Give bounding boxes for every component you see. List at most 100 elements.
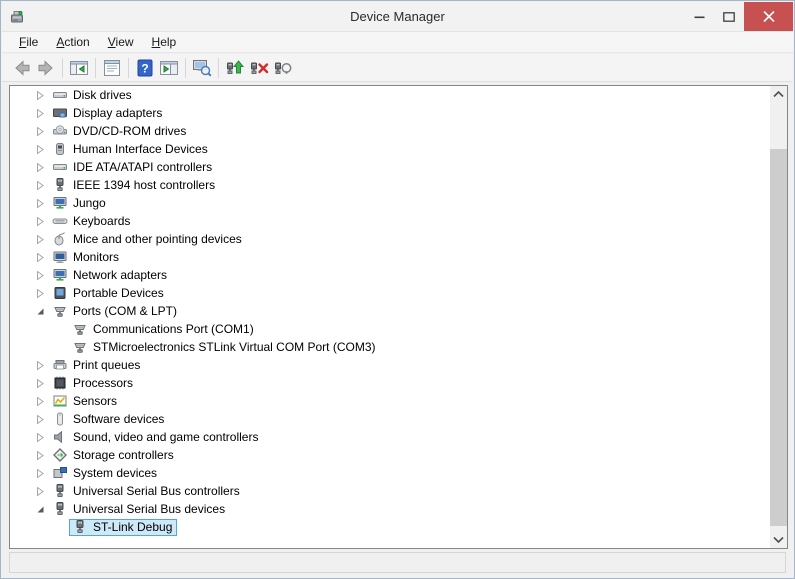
back-button[interactable] — [10, 56, 34, 80]
tree-item-mice-and-other-pointing-devices[interactable]: Mice and other pointing devices — [10, 230, 770, 248]
menu-action[interactable]: Action — [47, 32, 98, 52]
row-box[interactable]: Communications Port (COM1) — [69, 321, 259, 338]
row-box[interactable]: Software devices — [49, 411, 169, 428]
properties-button[interactable] — [100, 56, 124, 80]
tree-item-disk-drives[interactable]: Disk drives — [10, 86, 770, 104]
tree-item-software-devices[interactable]: Software devices — [10, 410, 770, 428]
tree-item-monitors[interactable]: Monitors — [10, 248, 770, 266]
tree-item-sensors[interactable]: Sensors — [10, 392, 770, 410]
update-driver-button[interactable] — [223, 56, 247, 80]
row-box[interactable]: Sound, video and game controllers — [49, 429, 263, 446]
row-box[interactable]: Disk drives — [49, 87, 137, 104]
show-hide-action-pane-button[interactable] — [157, 56, 181, 80]
row-box[interactable]: STMicroelectronics STLink Virtual COM Po… — [69, 339, 381, 356]
tree-item-st-link-debug[interactable]: ST-Link Debug — [10, 518, 770, 536]
tree-item-human-interface-devices[interactable]: Human Interface Devices — [10, 140, 770, 158]
collapse-icon[interactable] — [36, 505, 45, 514]
row-box[interactable]: DVD/CD-ROM drives — [49, 123, 191, 140]
expand-icon[interactable] — [36, 378, 45, 388]
expand-icon[interactable] — [36, 162, 45, 172]
row-box[interactable]: Universal Serial Bus devices — [49, 501, 230, 518]
row-box[interactable]: Network adapters — [49, 267, 172, 284]
row-box[interactable]: Human Interface Devices — [49, 141, 213, 158]
expand-icon[interactable] — [36, 468, 45, 478]
expand-icon[interactable] — [36, 414, 45, 424]
expand-icon[interactable] — [36, 450, 45, 460]
collapse-icon[interactable] — [36, 307, 45, 316]
tree-item-ide-ata-atapi-controllers[interactable]: IDE ATA/ATAPI controllers — [10, 158, 770, 176]
row-box[interactable]: Display adapters — [49, 105, 167, 122]
title-bar[interactable]: Device Manager — [2, 2, 793, 31]
expand-icon[interactable] — [36, 144, 45, 154]
tree-item-processors[interactable]: Processors — [10, 374, 770, 392]
expand-icon[interactable] — [36, 360, 45, 370]
tree-item-dvd-cd-rom-drives[interactable]: DVD/CD-ROM drives — [10, 122, 770, 140]
row-box[interactable]: Storage controllers — [49, 447, 179, 464]
minimize-button[interactable] — [684, 2, 714, 31]
scrollbar-down-button[interactable] — [770, 531, 787, 548]
menu-file[interactable]: File — [10, 32, 47, 52]
row-box[interactable]: IDE ATA/ATAPI controllers — [49, 159, 217, 176]
expand-icon[interactable] — [36, 126, 45, 136]
row-box[interactable]: Universal Serial Bus controllers — [49, 483, 245, 500]
expand-icon[interactable] — [36, 486, 45, 496]
scan-for-hardware-changes-button[interactable] — [271, 56, 295, 80]
menu-bar: File Action View Help — [2, 31, 793, 53]
expand-icon[interactable] — [36, 180, 45, 190]
show-hide-console-tree-button[interactable] — [67, 56, 91, 80]
expand-icon[interactable] — [36, 216, 45, 226]
tree-item-print-queues[interactable]: Print queues — [10, 356, 770, 374]
expand-icon[interactable] — [36, 252, 45, 262]
tree-item-system-devices[interactable]: System devices — [10, 464, 770, 482]
uninstall-device-button[interactable] — [247, 56, 271, 80]
expand-icon[interactable] — [36, 108, 45, 118]
tree-item-display-adapters[interactable]: Display adapters — [10, 104, 770, 122]
row-box[interactable]: System devices — [49, 465, 162, 482]
device-tree: Disk drives Display adapters DVD/CD-ROM dr… — [10, 86, 770, 548]
scrollbar-up-button[interactable] — [770, 86, 787, 103]
tree-item-portable-devices[interactable]: Portable Devices — [10, 284, 770, 302]
chevron-up-icon — [773, 90, 784, 98]
row-box[interactable]: Jungo — [49, 195, 111, 212]
menu-help[interactable]: Help — [143, 32, 186, 52]
tree-item-network-adapters[interactable]: Network adapters — [10, 266, 770, 284]
scan-computer-button[interactable] — [190, 56, 214, 80]
tree-item-universal-serial-bus-controllers[interactable]: Universal Serial Bus controllers — [10, 482, 770, 500]
row-box[interactable]: Processors — [49, 375, 138, 392]
row-box[interactable]: Ports (COM & LPT) — [49, 303, 182, 320]
expand-icon[interactable] — [36, 288, 45, 298]
close-button[interactable] — [744, 2, 793, 31]
device-manager-window: Device Manager File Action View Help ? D… — [0, 0, 795, 579]
row-box[interactable]: IEEE 1394 host controllers — [49, 177, 220, 194]
tree-item-ieee-1394-host-controllers[interactable]: IEEE 1394 host controllers — [10, 176, 770, 194]
svg-text:?: ? — [141, 61, 148, 75]
tree-item-sound-video-and-game-controllers[interactable]: Sound, video and game controllers — [10, 428, 770, 446]
row-box[interactable]: Mice and other pointing devices — [49, 231, 247, 248]
menu-view[interactable]: View — [99, 32, 143, 52]
row-box[interactable]: Print queues — [49, 357, 145, 374]
tree-item-jungo[interactable]: Jungo — [10, 194, 770, 212]
row-box[interactable]: Portable Devices — [49, 285, 169, 302]
row-box[interactable]: Sensors — [49, 393, 122, 410]
row-box[interactable]: Monitors — [49, 249, 124, 266]
tree-item-storage-controllers[interactable]: Storage controllers — [10, 446, 770, 464]
selected-row-box[interactable]: ST-Link Debug — [69, 518, 178, 536]
expand-icon[interactable] — [36, 90, 45, 100]
expand-icon[interactable] — [36, 198, 45, 208]
row-box[interactable]: Keyboards — [49, 213, 135, 230]
help-button[interactable]: ? — [133, 56, 157, 80]
scrollbar-thumb[interactable] — [770, 149, 787, 526]
maximize-button[interactable] — [714, 2, 744, 31]
keyboard-icon — [52, 213, 68, 229]
expand-icon[interactable] — [36, 432, 45, 442]
forward-button[interactable] — [34, 56, 58, 80]
tree-item-ports-com-lpt[interactable]: Ports (COM & LPT) — [10, 302, 770, 320]
expand-icon[interactable] — [36, 270, 45, 280]
expand-icon[interactable] — [36, 396, 45, 406]
tree-item-stmicroelectronics-stlink-virtual-com-port-com3[interactable]: STMicroelectronics STLink Virtual COM Po… — [10, 338, 770, 356]
tree-item-communications-port-com1[interactable]: Communications Port (COM1) — [10, 320, 770, 338]
tree-item-keyboards[interactable]: Keyboards — [10, 212, 770, 230]
tree-item-universal-serial-bus-devices[interactable]: Universal Serial Bus devices — [10, 500, 770, 518]
tree-item-label: Mice and other pointing devices — [73, 231, 242, 246]
expand-icon[interactable] — [36, 234, 45, 244]
